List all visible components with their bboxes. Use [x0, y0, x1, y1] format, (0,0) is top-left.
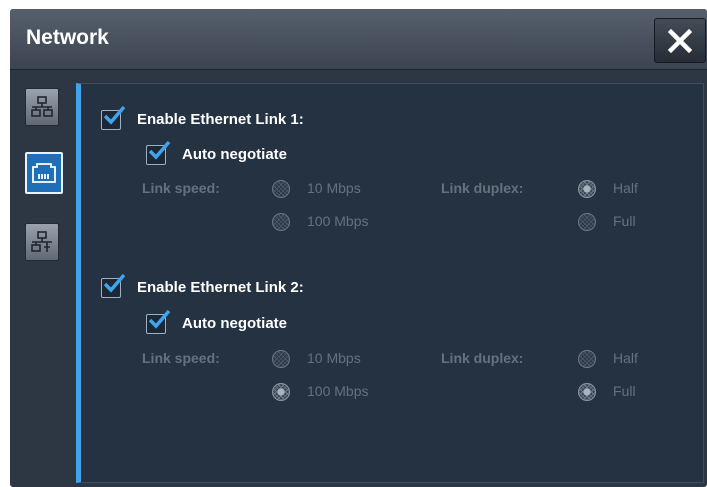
enable-link2-checkbox[interactable] [101, 273, 126, 298]
tab-network-topology[interactable] [25, 88, 59, 126]
link1-speed-100-radio[interactable] [272, 213, 290, 231]
checkmark-icon [148, 309, 171, 329]
tab-ethernet-port[interactable] [25, 152, 63, 194]
link1-duplex-half-label: Half [613, 180, 638, 196]
link2-duplex-label: Link duplex: [441, 350, 524, 366]
link2-speed-10-label: 10 Mbps [307, 350, 361, 366]
network-topology-icon [31, 96, 53, 117]
link1-duplex-label: Link duplex: [441, 180, 524, 196]
link2-speed-100-label: 100 Mbps [307, 383, 369, 399]
enable-link2-row: Enable Ethernet Link 2: [101, 273, 304, 298]
link2-speed-10-radio[interactable] [272, 350, 290, 368]
enable-link2-label: Enable Ethernet Link 2: [137, 278, 304, 296]
link1-speed-100-label: 100 Mbps [307, 213, 369, 229]
link1-speed-10-radio[interactable] [272, 180, 290, 198]
close-icon [667, 28, 693, 53]
link2-duplex-half-label: Half [613, 350, 638, 366]
dialog-title: Network [26, 26, 109, 49]
link1-duplex-half-radio[interactable] [578, 180, 596, 198]
title-bar: Network [10, 9, 707, 70]
auto-negotiate-link1-label: Auto negotiate [182, 145, 287, 163]
auto-negotiate-link2-label: Auto negotiate [182, 314, 287, 332]
enable-link1-checkbox[interactable] [101, 105, 126, 130]
checkmark-icon [103, 273, 126, 293]
link2-speed-label: Link speed: [142, 350, 220, 366]
ethernet-port-icon [32, 163, 56, 183]
settings-panel: Enable Ethernet Link 1: Auto negotiate L… [76, 83, 704, 483]
auto-link2-row: Auto negotiate [146, 309, 287, 334]
enable-link1-row: Enable Ethernet Link 1: [101, 105, 304, 130]
close-button[interactable] [654, 18, 706, 63]
link2-duplex-half-radio[interactable] [578, 350, 596, 368]
checkmark-icon [148, 140, 171, 160]
link2-duplex-full-radio[interactable] [578, 383, 596, 401]
network-dialog: Network Enable Ethernet Link 1: Auto neg… [10, 9, 707, 487]
tab-network-settings[interactable] [25, 223, 59, 261]
link1-speed-10-label: 10 Mbps [307, 180, 361, 196]
auto-negotiate-link1-checkbox[interactable] [146, 140, 171, 165]
auto-link1-row: Auto negotiate [146, 140, 287, 165]
link2-speed-100-radio[interactable] [272, 383, 290, 401]
link1-duplex-full-radio[interactable] [578, 213, 596, 231]
link2-duplex-full-label: Full [613, 383, 636, 399]
network-settings-icon [31, 231, 52, 252]
link1-speed-label: Link speed: [142, 180, 220, 196]
auto-negotiate-link2-checkbox[interactable] [146, 309, 171, 334]
link1-duplex-full-label: Full [613, 213, 636, 229]
checkmark-icon [103, 105, 126, 125]
enable-link1-label: Enable Ethernet Link 1: [137, 110, 304, 128]
